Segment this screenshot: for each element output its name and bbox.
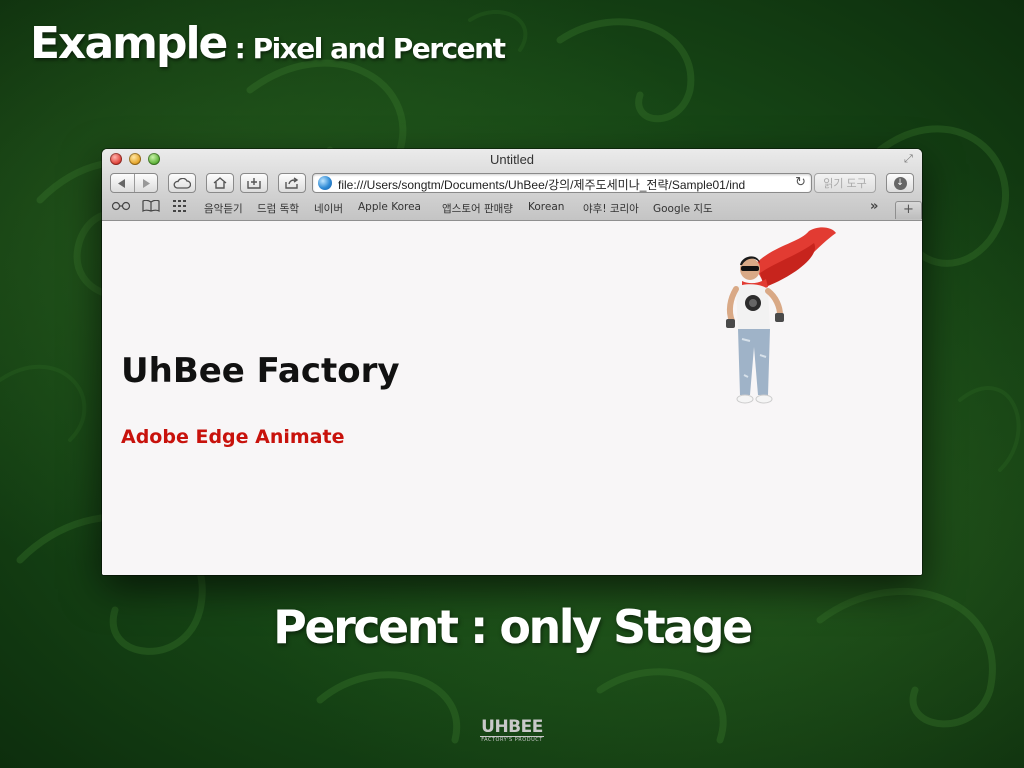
page-content: UhBee Factory Adobe Edge Animate — [102, 221, 922, 575]
page-subheading: Adobe Edge Animate — [121, 426, 345, 448]
forward-button[interactable] — [133, 174, 158, 192]
bookmark-item[interactable]: 드럼 독학 — [257, 201, 299, 216]
back-button[interactable] — [111, 174, 134, 192]
cloud-icon — [173, 177, 191, 189]
uhbee-logo: UHBEE FACTORY'S PRODUCT — [480, 718, 544, 744]
fullscreen-icon[interactable]: ⤢ — [904, 153, 916, 165]
home-button[interactable] — [206, 173, 234, 193]
glasses-icon[interactable] — [111, 200, 131, 214]
add-bookmark-button[interactable] — [240, 173, 268, 193]
bookmark-item[interactable]: Google 지도 — [653, 201, 713, 216]
book-icon[interactable] — [142, 199, 160, 215]
downloads-button[interactable]: ↓ — [886, 173, 914, 193]
globe-icon — [318, 176, 332, 190]
reader-button[interactable]: 읽기 도구 — [814, 173, 876, 193]
bookmark-item[interactable]: 야후! 코리아 — [583, 201, 639, 216]
logo-tagline: FACTORY'S PRODUCT — [480, 736, 544, 743]
slide-caption: Percent : only Stage — [273, 600, 753, 654]
page-heading: UhBee Factory — [121, 351, 400, 391]
bookmark-item[interactable]: 네이버 — [314, 201, 343, 216]
title-bar[interactable]: Untitled ⤢ — [102, 149, 922, 171]
logo-brand: UHBEE — [481, 717, 543, 737]
reload-icon[interactable]: ↻ — [795, 175, 806, 190]
bookmark-item[interactable]: Korean — [528, 201, 564, 213]
slide-title: Example : Pixel and Percent — [30, 18, 506, 69]
address-bar[interactable]: file:///Users/songtm/Documents/UhBee/강의/… — [312, 173, 812, 193]
grid-icon[interactable] — [173, 200, 187, 215]
bookmarks-bar: 음악듣기 드럼 독학 네이버 Apple Korea 앱스토어 판매량 Kore… — [102, 198, 922, 219]
url-text[interactable]: file:///Users/songtm/Documents/UhBee/강의/… — [338, 176, 786, 193]
more-bookmarks-icon[interactable]: » — [870, 199, 878, 214]
back-forward-group — [110, 173, 158, 193]
add-bookmark-icon — [247, 178, 261, 189]
home-icon — [213, 177, 227, 189]
bookmark-item[interactable]: 음악듣기 — [204, 201, 243, 216]
new-tab-button[interactable]: + — [895, 201, 922, 219]
slide-title-main: Example — [30, 18, 228, 69]
toolbar: file:///Users/songtm/Documents/UhBee/강의/… — [102, 172, 922, 196]
share-button[interactable] — [278, 173, 306, 193]
icloud-tabs-button[interactable] — [168, 173, 196, 193]
browser-window: Untitled ⤢ file:///Users/songtm/Document… — [102, 149, 922, 575]
window-title: Untitled — [489, 152, 535, 167]
bookmark-item[interactable]: 앱스토어 판매량 — [442, 201, 513, 216]
slide-title-sub: : Pixel and Percent — [226, 32, 506, 65]
bookmark-item[interactable]: Apple Korea — [358, 201, 421, 213]
browser-chrome: Untitled ⤢ file:///Users/songtm/Document… — [102, 149, 922, 221]
forward-arrow-icon — [142, 178, 150, 188]
share-icon — [285, 177, 299, 189]
hero-person-image — [726, 227, 836, 404]
download-icon: ↓ — [893, 176, 907, 190]
back-arrow-icon — [118, 178, 126, 188]
